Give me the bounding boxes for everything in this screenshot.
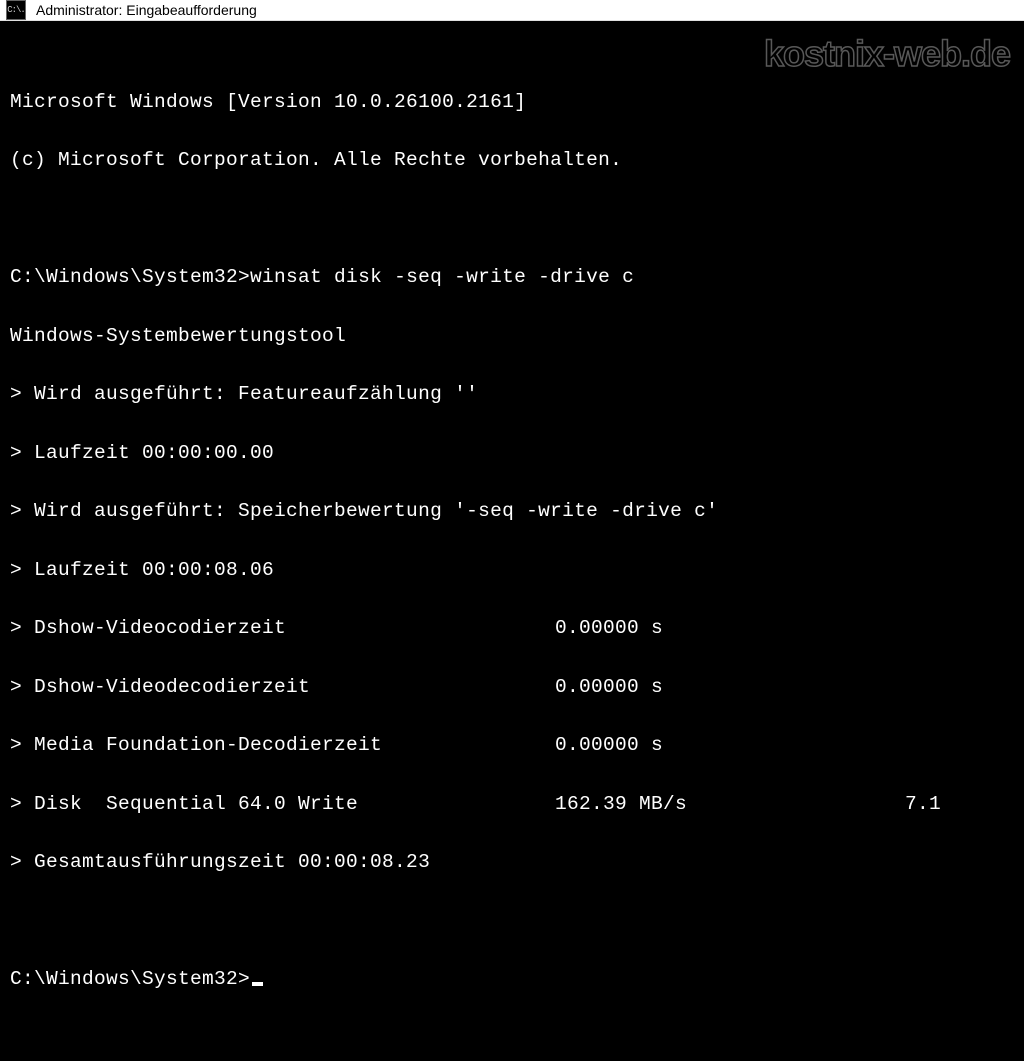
output-line: > Wird ausgeführt: Featureaufzählung '' [10, 380, 1014, 409]
cmd-icon: C:\. [6, 0, 26, 20]
os-version-line: Microsoft Windows [Version 10.0.26100.21… [10, 88, 1014, 117]
result-row: > Media Foundation-Decodierzeit0.00000 s [10, 731, 1014, 760]
tool-name-line: Windows-Systembewertungstool [10, 322, 1014, 351]
cursor [252, 982, 263, 986]
result-label: > Media Foundation-Decodierzeit [10, 731, 555, 760]
result-value: 0.00000 s [555, 614, 905, 643]
result-label: > Dshow-Videodecodierzeit [10, 673, 555, 702]
result-label: > Dshow-Videocodierzeit [10, 614, 555, 643]
output-line: > Laufzeit 00:00:00.00 [10, 439, 1014, 468]
result-row: > Dshow-Videocodierzeit0.00000 s [10, 614, 1014, 643]
output-line: > Laufzeit 00:00:08.06 [10, 556, 1014, 585]
title-bar[interactable]: C:\. Administrator: Eingabeaufforderung [0, 0, 1024, 21]
output-line: > Gesamtausführungszeit 00:00:08.23 [10, 848, 1014, 877]
result-row: > Dshow-Videodecodierzeit0.00000 s [10, 673, 1014, 702]
cmd-window: C:\. Administrator: Eingabeaufforderung … [0, 0, 1024, 573]
blank-line [10, 907, 1014, 936]
prompt-path: C:\Windows\System32> [10, 266, 250, 288]
result-label: > Disk Sequential 64.0 Write [10, 790, 555, 819]
command-text: winsat disk -seq -write -drive c [250, 266, 634, 288]
command-line: C:\Windows\System32>winsat disk -seq -wr… [10, 263, 1014, 292]
copyright-line: (c) Microsoft Corporation. Alle Rechte v… [10, 146, 1014, 175]
prompt-line: C:\Windows\System32> [10, 965, 1014, 994]
result-score: 7.1 [905, 790, 941, 819]
watermark-text: kostnix-web.de [764, 27, 1010, 81]
blank-line [10, 205, 1014, 234]
result-value: 162.39 MB/s [555, 790, 905, 819]
result-value: 0.00000 s [555, 731, 905, 760]
prompt-path: C:\Windows\System32> [10, 968, 250, 990]
window-title: Administrator: Eingabeaufforderung [36, 2, 257, 18]
result-value: 0.00000 s [555, 673, 905, 702]
terminal-area[interactable]: kostnix-web.de Microsoft Windows [Versio… [0, 21, 1024, 1061]
result-row: > Disk Sequential 64.0 Write162.39 MB/s7… [10, 790, 1014, 819]
output-line: > Wird ausgeführt: Speicherbewertung '-s… [10, 497, 1014, 526]
